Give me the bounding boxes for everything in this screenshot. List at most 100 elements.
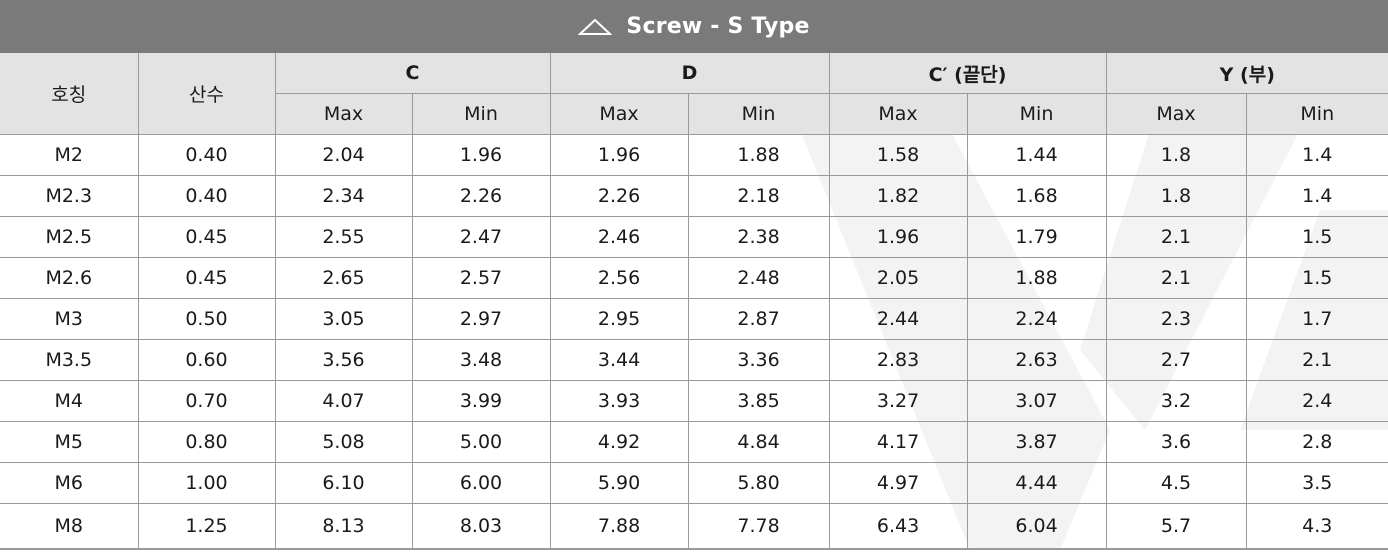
table-cell: 2.05	[829, 257, 968, 299]
table-row: M4 0.70 4.07 3.99 3.93 3.85 3.27 3.07 3.2 2.4	[0, 380, 1388, 422]
table-title-bar: Screw - S Type	[0, 0, 1388, 53]
table-cell: 1.8	[1106, 175, 1247, 217]
table-row: M2.6 0.45 2.65 2.57 2.56 2.48 2.05 1.88 2.1 1.5	[0, 257, 1388, 299]
table-row: M6 1.00 6.10 6.00 5.90 5.80 4.97 4.44 4.5 3.5	[0, 462, 1388, 504]
table-cell: 2.3	[1106, 298, 1247, 340]
table-cell: 3.85	[688, 380, 830, 422]
table-cell: 1.25	[138, 503, 276, 550]
table-cell: 2.55	[275, 216, 413, 258]
table-cell-name: M5	[0, 421, 139, 463]
table-cell: 3.05	[275, 298, 413, 340]
table-cell: 2.26	[412, 175, 551, 217]
table-cell: 1.4	[1246, 134, 1388, 176]
table-cell-name: M3	[0, 298, 139, 340]
table-cell: 4.07	[275, 380, 413, 422]
table-cell: 2.87	[688, 298, 830, 340]
header-pitch: 산수	[138, 53, 276, 135]
table-row: M2.5 0.45 2.55 2.47 2.46 2.38 1.96 1.79 2.1 1.5	[0, 216, 1388, 258]
table-cell: 1.82	[829, 175, 968, 217]
table-cell: 1.88	[688, 134, 830, 176]
table-cell: 2.18	[688, 175, 830, 217]
table-cell: 0.45	[138, 216, 276, 258]
table-cell: 3.99	[412, 380, 551, 422]
table-cell: 2.4	[1246, 380, 1388, 422]
table-cell: 2.24	[967, 298, 1107, 340]
table-cell: 1.58	[829, 134, 968, 176]
table-cell: 4.5	[1106, 462, 1247, 504]
table-cell: 0.70	[138, 380, 276, 422]
table-cell: 7.78	[688, 503, 830, 550]
table-cell: 2.44	[829, 298, 968, 340]
table-cell: 5.00	[412, 421, 551, 463]
table-cell: 6.10	[275, 462, 413, 504]
table-cell: 2.1	[1106, 257, 1247, 299]
table-cell: 4.97	[829, 462, 968, 504]
table-cell: 2.97	[412, 298, 551, 340]
table-cell: 5.08	[275, 421, 413, 463]
table-cell: 0.60	[138, 339, 276, 381]
table-cell: 3.27	[829, 380, 968, 422]
table-cell: 6.04	[967, 503, 1107, 550]
table-row: M3 0.50 3.05 2.97 2.95 2.87 2.44 2.24 2.3 1.7	[0, 298, 1388, 340]
table-cell: 2.56	[550, 257, 689, 299]
table-row: M5 0.80 5.08 5.00 4.92 4.84 4.17 3.87 3.6 2.8	[0, 421, 1388, 463]
table-row: M8 1.25 8.13 8.03 7.88 7.78 6.43 6.04 5.7 4.3	[0, 503, 1388, 550]
header-name: 호칭	[0, 53, 139, 135]
table-cell: 1.00	[138, 462, 276, 504]
table-row: M2.3 0.40 2.34 2.26 2.26 2.18 1.82 1.68 1.8 1.4	[0, 175, 1388, 217]
table-cell: 1.96	[412, 134, 551, 176]
table-cell-name: M8	[0, 503, 139, 550]
header-group-c-prime: C′ (끝단)	[829, 53, 1107, 94]
table-cell: 0.40	[138, 175, 276, 217]
header-sub: Max	[275, 93, 413, 135]
table-cell-name: M4	[0, 380, 139, 422]
header-row-groups: 호칭 산수 C D C′ (끝단) Y (부)	[0, 53, 1388, 135]
table-cell: 0.80	[138, 421, 276, 463]
table-cell: 2.8	[1246, 421, 1388, 463]
table-cell: 2.1	[1106, 216, 1247, 258]
table-title: Screw - S Type	[626, 14, 810, 39]
table-cell: 3.2	[1106, 380, 1247, 422]
table-cell: 5.7	[1106, 503, 1247, 550]
table-cell: 3.48	[412, 339, 551, 381]
table-cell: 1.68	[967, 175, 1107, 217]
table-cell: 1.5	[1246, 257, 1388, 299]
table-cell: 3.87	[967, 421, 1107, 463]
table-row: M3.5 0.60 3.56 3.48 3.44 3.36 2.83 2.63 2.7 2.1	[0, 339, 1388, 381]
table-cell: 2.46	[550, 216, 689, 258]
table-cell: 2.65	[275, 257, 413, 299]
header-sub: Max	[1106, 93, 1247, 135]
table-cell: 2.48	[688, 257, 830, 299]
table-cell: 1.79	[967, 216, 1107, 258]
table-cell: 4.44	[967, 462, 1107, 504]
table-cell: 0.45	[138, 257, 276, 299]
table-cell: 6.00	[412, 462, 551, 504]
table-cell: 7.88	[550, 503, 689, 550]
table-cell: 2.1	[1246, 339, 1388, 381]
table-cell: 3.36	[688, 339, 830, 381]
table-body: M2 0.40 2.04 1.96 1.96 1.88 1.58 1.44 1.8 1.4 M2.3…	[0, 134, 1388, 550]
header-sub: Min	[412, 93, 551, 135]
table-cell: 2.34	[275, 175, 413, 217]
table-cell-name: M2	[0, 134, 139, 176]
table-cell: 0.50	[138, 298, 276, 340]
table-cell: 3.93	[550, 380, 689, 422]
header-sub: Max	[550, 93, 689, 135]
table-cell: 1.96	[550, 134, 689, 176]
table-cell-name: M3.5	[0, 339, 139, 381]
table-cell: 5.90	[550, 462, 689, 504]
table-cell: 5.80	[688, 462, 830, 504]
table-cell: 4.92	[550, 421, 689, 463]
table-cell: 1.44	[967, 134, 1107, 176]
table-cell: 3.56	[275, 339, 413, 381]
table-cell: 4.3	[1246, 503, 1388, 550]
table-row: M2 0.40 2.04 1.96 1.96 1.88 1.58 1.44 1.8 1.4	[0, 134, 1388, 176]
table-cell: 2.95	[550, 298, 689, 340]
table-cell-name: M2.3	[0, 175, 139, 217]
table-cell: 3.5	[1246, 462, 1388, 504]
table-cell: 2.38	[688, 216, 830, 258]
table-cell: 4.84	[688, 421, 830, 463]
table-cell: 1.88	[967, 257, 1107, 299]
header-sub: Max	[829, 93, 968, 135]
table-cell: 3.07	[967, 380, 1107, 422]
